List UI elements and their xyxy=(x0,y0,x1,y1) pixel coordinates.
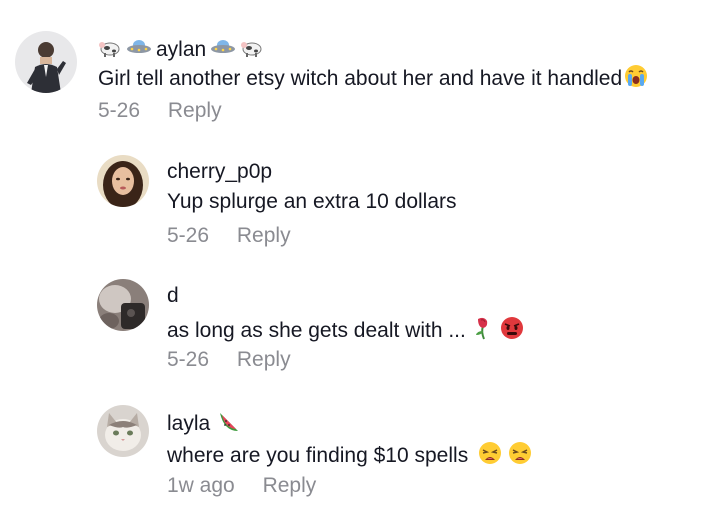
comment-text-row: Girl tell another etsy witch about her a… xyxy=(98,64,648,94)
avatar[interactable] xyxy=(97,279,149,331)
comment-meta: 1w ago Reply xyxy=(167,474,316,498)
avatar[interactable] xyxy=(15,31,77,93)
comment-username-row[interactable]: layla xyxy=(167,409,242,439)
comment-text-row: as long as she gets dealt with ... xyxy=(167,316,524,346)
comment-username-row[interactable]: d xyxy=(167,284,179,308)
comment-username-row[interactable]: cherry_p0p xyxy=(167,160,272,184)
avatar[interactable] xyxy=(97,155,149,207)
ufo-icon xyxy=(126,37,152,63)
comment-date: 5-26 xyxy=(167,224,210,247)
comment-text: Yup splurge an extra 10 dollars xyxy=(167,190,457,213)
comment-date: 1w ago xyxy=(167,474,235,497)
comment-date: 5-26 xyxy=(167,348,210,371)
comment-aylan: aylan Girl tell another etsy witch about… xyxy=(0,0,721,130)
weary-face-icon xyxy=(478,441,502,471)
comment-username[interactable]: d xyxy=(167,284,179,308)
comment-username-row[interactable]: aylan xyxy=(98,36,264,64)
comment-meta: 5-26 Reply xyxy=(167,224,291,248)
comment-text: where are you finding $10 spells xyxy=(167,444,469,467)
comment-date: 5-26 xyxy=(98,99,141,122)
reply-button[interactable]: Reply xyxy=(237,224,291,247)
avatar[interactable] xyxy=(97,405,149,457)
comment-text: as long as she gets dealt with ... xyxy=(167,319,466,342)
reply-button[interactable]: Reply xyxy=(263,474,317,497)
comment-username[interactable]: aylan xyxy=(156,38,206,62)
comment-meta: 5-26 Reply xyxy=(98,99,222,123)
watermelon-icon xyxy=(218,409,242,439)
comment-text: Girl tell another etsy witch about her a… xyxy=(98,67,623,90)
crying-face-icon xyxy=(624,64,648,94)
comment-username[interactable]: cherry_p0p xyxy=(167,160,272,184)
comment-username[interactable]: layla xyxy=(167,412,210,436)
comment-meta: 5-26 Reply xyxy=(167,348,291,372)
cow-icon xyxy=(240,36,264,64)
reply-button[interactable]: Reply xyxy=(237,348,291,371)
angry-face-icon xyxy=(500,316,524,346)
comment-text-row: Yup splurge an extra 10 dollars xyxy=(167,190,457,214)
ufo-icon xyxy=(210,37,236,63)
weary-face-icon xyxy=(508,441,532,471)
comment-text-row: where are you finding $10 spells xyxy=(167,441,532,471)
wilted-rose-icon xyxy=(472,316,494,346)
reply-button[interactable]: Reply xyxy=(168,99,222,122)
cow-icon xyxy=(98,36,122,64)
